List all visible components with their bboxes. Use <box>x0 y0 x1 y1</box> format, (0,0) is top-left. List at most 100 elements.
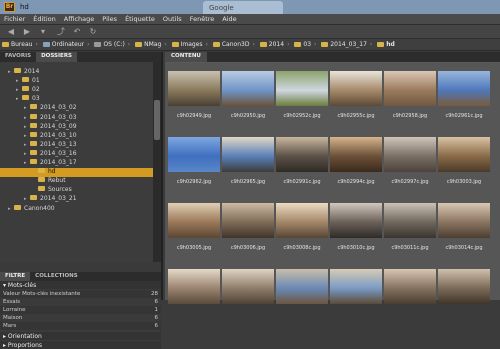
tree-node-label: 02 <box>32 86 40 94</box>
breadcrumb-item[interactable]: 2014_03_17 <box>319 39 369 50</box>
thumbnail-image[interactable] <box>438 71 490 106</box>
thumbnail-image[interactable] <box>168 71 220 106</box>
breadcrumb-item[interactable]: NMag <box>133 39 163 50</box>
thumbnail-image[interactable] <box>330 71 382 106</box>
tree-node[interactable]: ▸ 2014_03_21 <box>24 195 77 204</box>
menu-piles[interactable]: Piles <box>98 14 121 24</box>
tree-node[interactable]: ▸ 2014_03_02 <box>24 104 77 113</box>
thumbnail-filename: c9h02955c.jpg <box>337 113 375 119</box>
tab-contenu[interactable]: CONTENU <box>165 52 207 62</box>
tab-dossiers[interactable]: DOSSIERS <box>36 52 78 62</box>
tree-node[interactable]: Rebut <box>32 177 66 186</box>
tree-node-label: hd <box>48 168 56 176</box>
tree-node-label: 2014_03_21 <box>40 195 77 203</box>
breadcrumb-item[interactable]: Ordinateur <box>41 39 86 50</box>
thumbnail-image[interactable] <box>330 137 382 172</box>
thumbnail-image[interactable] <box>276 137 328 172</box>
thumbnail-image[interactable] <box>168 137 220 172</box>
up-folder-icon[interactable]: ⤴ <box>56 27 66 37</box>
filter-row[interactable]: Maison 6 <box>0 314 161 322</box>
menu-affichage[interactable]: Affichage <box>60 14 99 24</box>
filter-section-proportions[interactable]: ▸ Proportions <box>0 341 161 349</box>
filter-row[interactable]: Essais 6 <box>0 298 161 306</box>
tree-node[interactable]: ▸ 03 <box>16 95 40 104</box>
tree-node-label: Rebut <box>48 177 66 185</box>
thumbnail-image[interactable] <box>438 203 490 238</box>
thumbnail-filename: c9h03005.jpg <box>176 245 212 251</box>
tree-node[interactable]: ▸ 2014_03_13 <box>24 140 77 150</box>
tree-node[interactable]: ▸ 2014 <box>8 68 39 77</box>
thumbnail-image[interactable] <box>222 269 274 304</box>
tree-node[interactable]: ▸ Canon400 <box>8 204 55 214</box>
thumbnail-image[interactable] <box>276 203 328 238</box>
thumbnail-image[interactable] <box>438 269 490 304</box>
breadcrumb-item[interactable]: Bureau <box>0 39 34 50</box>
tree-node-label: 2014_03_13 <box>40 140 77 148</box>
breadcrumb-item[interactable]: OS (C:) <box>92 39 126 50</box>
breadcrumb-item[interactable]: 2014 <box>258 39 286 50</box>
filter-row[interactable]: Mars 6 <box>0 322 161 330</box>
menu-fenetre[interactable]: Fenêtre <box>186 14 219 24</box>
filter-tabs: FILTRE COLLECTIONS <box>0 272 161 282</box>
thumbnail-image[interactable] <box>384 269 436 304</box>
thumbnail-image[interactable] <box>438 137 490 172</box>
thumbnail-image[interactable] <box>384 71 436 106</box>
thumbnail-filename: c9h02949.jpg <box>176 113 212 119</box>
thumbnail-image[interactable] <box>384 203 436 238</box>
filter-row[interactable]: Valeur Mots-clés inexistante 28 <box>0 290 161 298</box>
tab-favoris[interactable]: FAVORIS <box>0 52 36 62</box>
tree-node-label: 2014_03_09 <box>40 122 77 130</box>
thumbnail-image[interactable] <box>222 137 274 172</box>
folder-icon <box>30 159 37 164</box>
recent-icon[interactable]: ↶ <box>72 27 82 37</box>
tree-node[interactable]: hd <box>0 168 155 178</box>
breadcrumb-item[interactable]: 03 <box>292 39 313 50</box>
folder-icon <box>30 140 37 146</box>
tree-node[interactable]: ▸ 2014_03_09 <box>24 122 77 132</box>
thumbnail-image[interactable] <box>384 137 436 172</box>
filter-section-orientation[interactable]: ▸ Orientation <box>0 332 161 340</box>
thumbnail-image[interactable] <box>168 203 220 238</box>
tree-node[interactable]: ▸ 2014_03_03 <box>24 113 77 123</box>
toolbar: ◀ ▶ ▾ ⤴ ↶ ↻ <box>0 25 500 39</box>
tree-node[interactable]: Sources <box>32 186 72 195</box>
thumbnail-image[interactable] <box>276 269 328 304</box>
folder-icon <box>22 95 29 101</box>
menu-edition[interactable]: Édition <box>29 14 60 24</box>
tree-node[interactable]: ▸ 2014_03_17 <box>24 159 77 168</box>
tree-node[interactable]: ▸ 2014_03_10 <box>24 131 77 141</box>
thumbnail-image[interactable] <box>276 71 328 106</box>
tree-node[interactable]: ▸ 2014_03_16 <box>24 149 77 159</box>
filter-row-count: 6 <box>154 315 159 321</box>
menu-outils[interactable]: Outils <box>159 14 186 24</box>
filter-row[interactable]: Lorraine 1 <box>0 306 161 314</box>
content-tab-bar: CONTENU <box>165 52 500 62</box>
chevron-down-icon[interactable]: ▾ <box>38 27 48 37</box>
forward-arrow-icon[interactable]: ▶ <box>22 27 32 37</box>
scrollbar-thumb[interactable] <box>154 100 160 140</box>
breadcrumb-item[interactable]: Images <box>170 39 205 50</box>
thumbnail-image[interactable] <box>168 269 220 304</box>
back-arrow-icon[interactable]: ◀ <box>6 27 16 37</box>
tree-node[interactable]: ▸ 02 <box>16 86 40 95</box>
browser-tab-google[interactable]: Google <box>203 1 283 14</box>
filter-section-keywords[interactable]: ▾ Mots-clés <box>0 281 161 289</box>
thumbnail-image[interactable] <box>222 71 274 106</box>
tree-node[interactable]: ▸ 01 <box>16 77 40 86</box>
folder-icon <box>38 177 45 183</box>
tree-node-label: 2014 <box>24 68 40 75</box>
menu-fichier[interactable]: Fichier <box>0 14 29 24</box>
thumbnail-image[interactable] <box>330 269 382 304</box>
breadcrumb-item-current[interactable]: hd <box>375 39 397 50</box>
breadcrumb-item[interactable]: Canon3D <box>211 39 252 50</box>
tree-node-label: 03 <box>32 95 40 103</box>
menu-aide[interactable]: Aide <box>218 14 240 24</box>
thumbnail-image[interactable] <box>330 203 382 238</box>
rotate-icon[interactable]: ↻ <box>88 27 98 37</box>
tree-scrollbar[interactable] <box>153 62 161 262</box>
folder-icon <box>30 131 37 137</box>
thumbnail-image[interactable] <box>222 203 274 238</box>
menu-etiquette[interactable]: Étiquette <box>121 14 159 24</box>
bridge-app-icon[interactable]: Br <box>4 2 15 12</box>
thumbnail-filename: c9h02961c.jpg <box>445 113 483 119</box>
